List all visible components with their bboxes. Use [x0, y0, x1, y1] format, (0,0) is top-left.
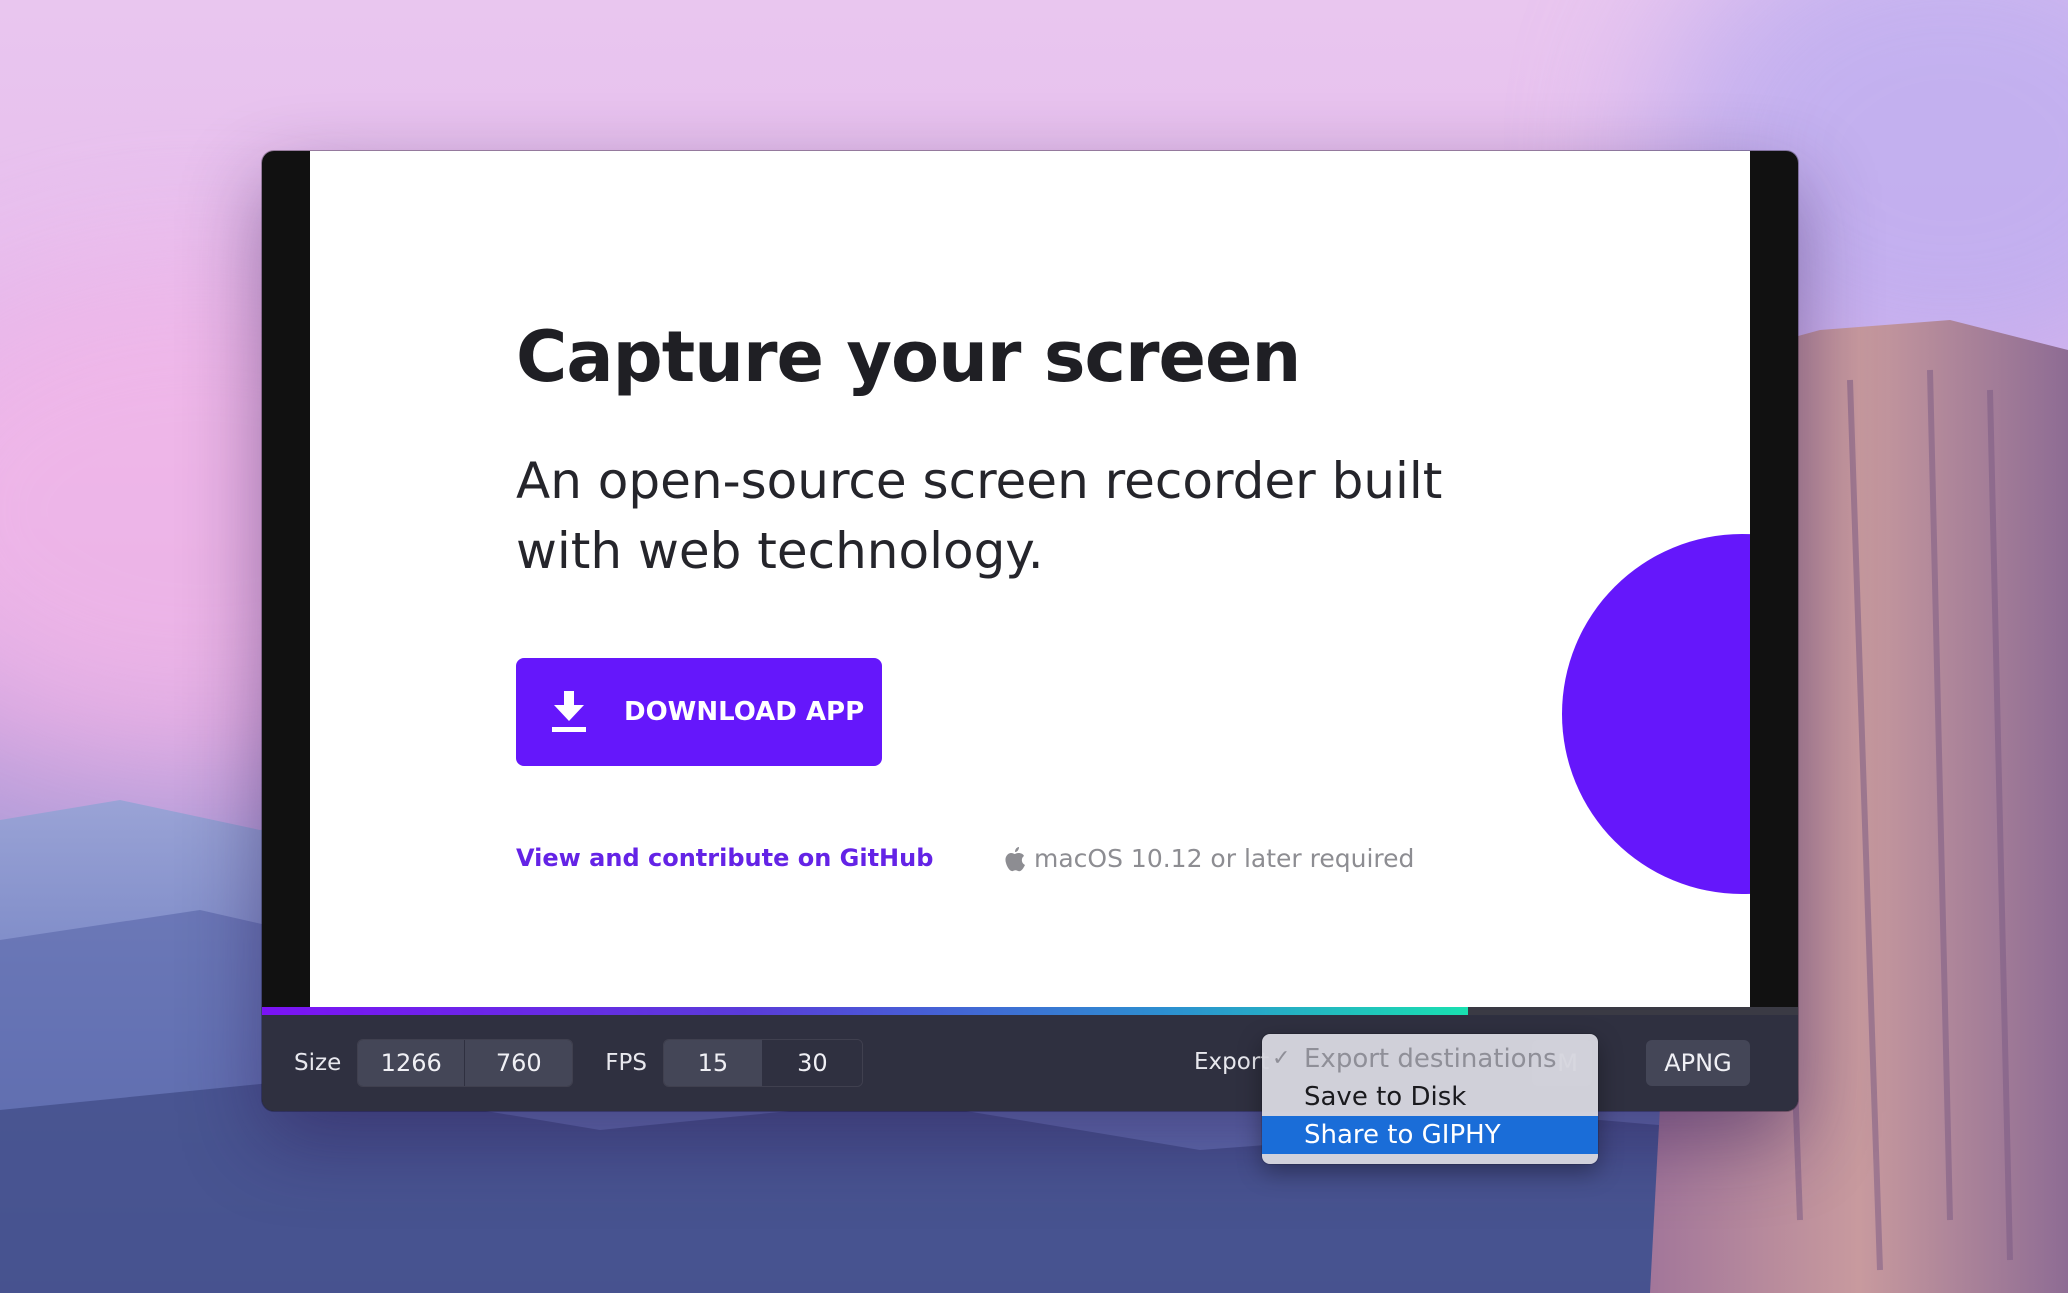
preview-headline: Capture your screen — [516, 316, 1301, 398]
fps-selector: 15 30 — [662, 1039, 863, 1087]
checkmark-icon: ✓ — [1272, 1046, 1291, 1071]
menu-item-label: Share to GIPHY — [1304, 1120, 1501, 1150]
size-label: Size — [294, 1050, 342, 1076]
editor-window: Capture your screen An open-source scree… — [262, 151, 1798, 1111]
export-label: Export — [1194, 1049, 1270, 1075]
video-preview[interactable]: Capture your screen An open-source scree… — [310, 151, 1750, 1014]
requirement-note: macOS 10.12 or later required — [1004, 844, 1414, 873]
export-destinations-menu: ✓ Export destinations Save to Disk Share… — [1262, 1034, 1598, 1164]
size-inputs: 1266 760 — [357, 1039, 574, 1087]
width-input[interactable]: 1266 — [358, 1040, 465, 1086]
playback-progress-bar[interactable] — [262, 1007, 1798, 1015]
menu-item-share-to-giphy[interactable]: Share to GIPHY — [1262, 1116, 1598, 1154]
requirement-text: macOS 10.12 or later required — [1034, 844, 1415, 873]
menu-header-label: Export destinations — [1304, 1044, 1557, 1074]
fps-option-15[interactable]: 15 — [663, 1040, 762, 1086]
preview-subline: An open-source screen recorder built wit… — [516, 452, 1443, 580]
download-app-button[interactable]: DOWNLOAD APP — [516, 658, 882, 766]
fps-label: FPS — [605, 1050, 647, 1076]
fps-option-30[interactable]: 30 — [761, 1040, 862, 1086]
format-button-apng[interactable]: APNG — [1646, 1040, 1750, 1086]
menu-item-save-to-disk[interactable]: Save to Disk — [1262, 1078, 1598, 1116]
apple-icon — [1005, 846, 1025, 871]
menu-header: ✓ Export destinations — [1262, 1040, 1598, 1078]
playback-progress-fill — [262, 1007, 1468, 1015]
height-input[interactable]: 760 — [464, 1040, 573, 1086]
download-label: DOWNLOAD APP — [624, 697, 865, 727]
github-link[interactable]: View and contribute on GitHub — [516, 844, 933, 872]
decorative-circle — [1562, 534, 1750, 894]
menu-item-label: Save to Disk — [1304, 1082, 1467, 1112]
download-icon — [552, 691, 586, 732]
